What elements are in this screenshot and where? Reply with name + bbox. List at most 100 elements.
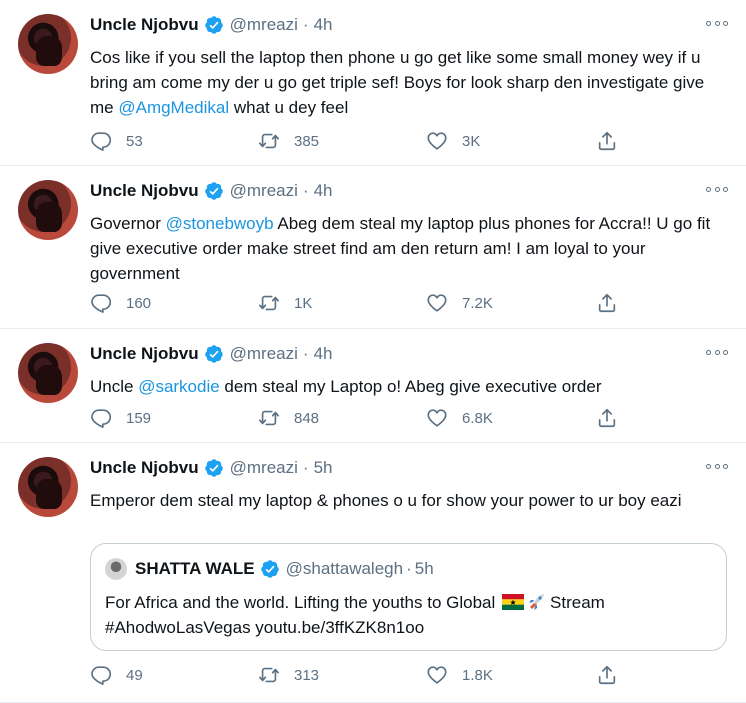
share-icon: [596, 292, 618, 314]
tweet-text: Uncle @sarkodie dem steal my Laptop o! A…: [90, 374, 730, 399]
quoted-text-line2: #AhodwoLasVegas youtu.be/3ffKZK8n1oo: [105, 618, 425, 637]
tweet-2[interactable]: Uncle Njobvu @mreazi · 4h Governor @ston…: [0, 166, 746, 329]
verified-badge-icon: [204, 458, 224, 478]
tweet-header: Uncle Njobvu @mreazi · 4h: [90, 179, 332, 203]
author-name[interactable]: Uncle Njobvu: [90, 181, 199, 201]
retweet-icon: [258, 292, 280, 314]
timestamp[interactable]: 4h: [314, 15, 333, 35]
share-icon: [596, 407, 618, 429]
tweet-header: Uncle Njobvu @mreazi · 4h: [90, 342, 332, 366]
like-button[interactable]: 7.2K: [426, 290, 493, 316]
retweet-button[interactable]: 848: [258, 405, 319, 431]
retweet-icon: [258, 130, 280, 152]
tweet-text: Governor @stonebwoyb Abeg dem steal my l…: [90, 211, 730, 286]
verified-badge-icon: [204, 15, 224, 35]
share-icon: [596, 130, 618, 152]
quoted-tweet-text: For Africa and the world. Lifting the yo…: [105, 590, 715, 640]
quoted-tweet[interactable]: SHATTA WALE @shattawalegh · 5h For Afric…: [90, 543, 727, 651]
tweet-header: Uncle Njobvu @mreazi · 4h: [90, 13, 332, 37]
author-name[interactable]: Uncle Njobvu: [90, 344, 199, 364]
quoted-author-name: SHATTA WALE: [135, 559, 255, 578]
like-count: 1.8K: [462, 666, 493, 684]
share-button[interactable]: [596, 405, 618, 431]
share-icon: [596, 664, 618, 686]
reply-button[interactable]: 53: [90, 128, 143, 154]
verified-badge-icon: [204, 181, 224, 201]
quoted-text-stream: Stream: [550, 593, 605, 612]
separator: ·: [302, 15, 309, 34]
author-name[interactable]: Uncle Njobvu: [90, 15, 199, 35]
reply-count: 160: [126, 294, 152, 312]
mention-link[interactable]: @AmgMedikal: [118, 98, 229, 117]
quoted-tweet-header: SHATTA WALE @shattawalegh · 5h: [135, 557, 434, 581]
timestamp[interactable]: 5h: [314, 458, 333, 478]
more-options-icon[interactable]: [706, 18, 728, 28]
mention-link[interactable]: @sarkodie: [138, 377, 220, 396]
retweet-button[interactable]: 1K: [258, 290, 312, 316]
like-icon: [426, 407, 448, 429]
separator: ·: [406, 559, 412, 578]
reply-button[interactable]: 49: [90, 662, 143, 688]
share-button[interactable]: [596, 290, 618, 316]
retweet-button[interactable]: 385: [258, 128, 319, 154]
separator: ·: [302, 344, 309, 363]
tweet-1[interactable]: Uncle Njobvu @mreazi · 4h Cos like if yo…: [0, 0, 746, 166]
tweet-text: Emperor dem steal my laptop & phones o u…: [90, 491, 682, 510]
timestamp[interactable]: 4h: [314, 344, 333, 364]
verified-badge-icon: [260, 559, 280, 579]
avatar[interactable]: [18, 180, 78, 240]
reply-icon: [90, 292, 112, 314]
reply-count: 53: [126, 132, 143, 150]
quoted-text-line1: For Africa and the world. Lifting the yo…: [105, 593, 496, 612]
like-button[interactable]: 1.8K: [426, 662, 493, 688]
more-options-icon[interactable]: [706, 184, 728, 194]
retweet-button[interactable]: 313: [258, 662, 319, 688]
avatar[interactable]: [18, 457, 78, 517]
timestamp[interactable]: 4h: [314, 181, 333, 201]
ghana-flag-icon: [502, 594, 525, 610]
share-button[interactable]: [596, 662, 618, 688]
author-handle[interactable]: @mreazi: [230, 344, 298, 364]
action-bar: 49 313 1.8K: [90, 662, 650, 688]
reply-icon: [90, 130, 112, 152]
quoted-timestamp: 5h: [414, 559, 434, 578]
tweet-3[interactable]: Uncle Njobvu @mreazi · 4h Uncle @sarkodi…: [0, 329, 746, 443]
author-handle[interactable]: @mreazi: [230, 458, 298, 478]
share-button[interactable]: [596, 128, 618, 154]
like-icon: [426, 292, 448, 314]
quoted-avatar: [105, 558, 127, 580]
avatar[interactable]: [18, 343, 78, 403]
action-bar: 159 848 6.8K: [90, 405, 650, 431]
like-button[interactable]: 6.8K: [426, 405, 493, 431]
retweet-count: 848: [294, 409, 320, 427]
verified-badge-icon: [204, 344, 224, 364]
like-count: 6.8K: [462, 409, 493, 427]
more-options-icon[interactable]: [706, 461, 728, 471]
retweet-icon: [258, 664, 280, 686]
tweet-text: Cos like if you sell the laptop then pho…: [90, 45, 730, 120]
reply-button[interactable]: 160: [90, 290, 151, 316]
separator: ·: [302, 181, 309, 200]
tweet-4[interactable]: Uncle Njobvu @mreazi · 5h Emperor dem st…: [0, 443, 746, 703]
reply-count: 49: [126, 666, 143, 684]
text-segment: Governor: [90, 214, 166, 233]
rocket-icon: [529, 594, 545, 610]
avatar[interactable]: [18, 14, 78, 74]
action-bar: 53 385 3K: [90, 128, 650, 154]
quoted-author-handle: @shattawalegh: [285, 559, 404, 578]
mention-link[interactable]: @stonebwoyb: [166, 214, 274, 233]
like-button[interactable]: 3K: [426, 128, 480, 154]
like-icon: [426, 130, 448, 152]
text-segment: dem steal my Laptop o! Abeg give executi…: [219, 377, 602, 396]
retweet-count: 385: [294, 132, 320, 150]
reply-icon: [90, 664, 112, 686]
author-name[interactable]: Uncle Njobvu: [90, 458, 199, 478]
author-handle[interactable]: @mreazi: [230, 181, 298, 201]
more-options-icon[interactable]: [706, 347, 728, 357]
separator: ·: [302, 458, 309, 477]
author-handle[interactable]: @mreazi: [230, 15, 298, 35]
like-icon: [426, 664, 448, 686]
reply-icon: [90, 407, 112, 429]
reply-count: 159: [126, 409, 152, 427]
reply-button[interactable]: 159: [90, 405, 151, 431]
